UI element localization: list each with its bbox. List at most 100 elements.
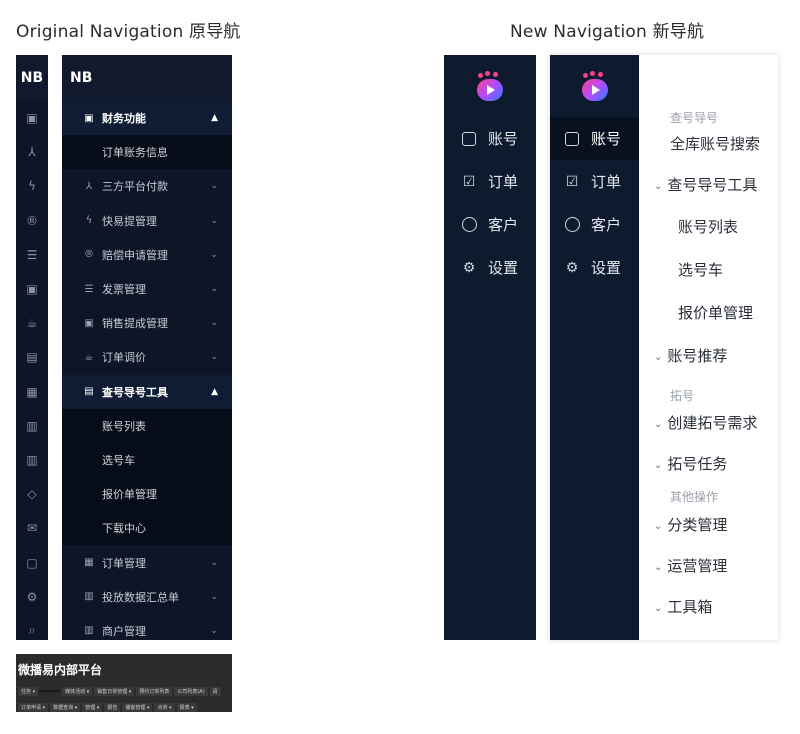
topbar-tab[interactable]: 播客管理 ▾ — [122, 702, 153, 712]
invoice-icon: ▣ — [84, 317, 94, 329]
mail-icon[interactable]: ✉ — [16, 511, 48, 545]
nav-label: 设置 — [488, 259, 519, 277]
nav-account[interactable]: 账号 — [444, 117, 536, 160]
menu-selection-cart[interactable]: 选号车 — [62, 442, 232, 478]
topbar-tab[interactable]: 数据查询 ▾ — [50, 702, 81, 712]
search-icon[interactable]: ⌕ — [16, 614, 48, 640]
logo[interactable] — [444, 55, 536, 117]
terminal-icon[interactable]: ▤ — [16, 340, 48, 374]
menu-download-center[interactable]: 下载中心 — [62, 511, 232, 546]
panel-item-create-demand[interactable]: ⌄ 创建拓号需求 — [654, 412, 757, 433]
panel-item-toolbox[interactable]: ⌄ 工具箱 — [654, 596, 712, 617]
logo[interactable]: NB — [62, 55, 232, 101]
menu-label: 商户管理 — [102, 624, 146, 638]
panel-item-search-all[interactable]: 全库账号搜索 — [670, 133, 760, 154]
bolt-icon[interactable]: ϟ — [16, 169, 48, 203]
menu-label: 订单管理 — [102, 556, 146, 570]
menu-sales-commission[interactable]: ▣ 销售提成管理 ⌄ — [62, 306, 232, 340]
gear-icon[interactable]: ⚙ — [16, 580, 48, 614]
primary-rail: 账号 ☑ 订单 客户 ⚙ 设置 — [550, 55, 639, 640]
topbar-tab[interactable]: 销售日常管理 ▾ — [94, 686, 135, 696]
menu-account-list[interactable]: 账号列表 — [62, 408, 232, 443]
chevron-down-icon: ⌄ — [210, 625, 218, 636]
topbar-tab[interactable]: 任务 ▾ — [18, 686, 39, 696]
nav-settings[interactable]: ⚙ 设置 — [550, 246, 639, 289]
chevron-down-icon: ⌄ — [210, 318, 218, 329]
panel-item-account-recommend[interactable]: ⌄ 账号推荐 — [654, 345, 727, 366]
menu-merchant[interactable]: ▥ 商户管理 ⌄ — [62, 614, 232, 640]
search-doc-icon[interactable]: ▢ — [16, 545, 48, 579]
account-icon — [460, 130, 478, 148]
topbar-tab[interactable]: 订单申请 ▾ — [18, 702, 49, 712]
invoice-icon[interactable]: ▣ — [16, 101, 48, 135]
topbar-tab[interactable]: 报告 — [104, 702, 121, 712]
bolt-icon: ϟ — [85, 215, 93, 227]
invoice-icon[interactable]: ▣ — [16, 272, 48, 306]
chevron-down-icon: ⌄ — [654, 460, 663, 471]
cup-icon[interactable]: ☕ — [16, 306, 48, 340]
original-topbar-thumbnail: 微播易内部平台 任务 ▾ 媒体活动 ▾ 销售日常管理 ▾ 预约订单列表 公司列表… — [16, 654, 232, 712]
topbar-tab[interactable]: 报表 ▾ — [176, 702, 197, 712]
nav-label: 账号 — [488, 130, 519, 148]
topbar-tab[interactable]: 媒体活动 ▾ — [62, 686, 93, 696]
chevron-up-icon: ▲ — [211, 386, 218, 397]
panel-subitem-account-list[interactable]: 账号列表 — [678, 216, 738, 237]
document-icon[interactable]: ▥ — [16, 409, 48, 443]
nav-customer[interactable]: 客户 — [444, 203, 536, 246]
terminal-icon: ▤ — [84, 386, 94, 398]
menu-account-tool[interactable]: ▤ 查号导号工具 ▲ — [62, 374, 232, 409]
panel-item-expansion-task[interactable]: ⌄ 拓号任务 — [654, 453, 727, 474]
chevron-down-icon: ⌄ — [210, 249, 218, 260]
menu-quote-management[interactable]: 报价单管理 — [62, 477, 232, 512]
receipt-icon[interactable]: ▦ — [16, 375, 48, 409]
chevron-down-icon: ⌄ — [210, 181, 218, 192]
logo[interactable] — [550, 55, 639, 117]
original-collapsed-sidebar: NB ▣ ⅄ ϟ ® ☰ ▣ ☕ ▤ ▦ ▥ ▥ ◇ ✉ ▢ ⚙ ⌕ — [16, 55, 48, 640]
topbar-tab[interactable] — [40, 690, 61, 692]
tag-icon[interactable]: ◇ — [16, 477, 48, 511]
nav-settings[interactable]: ⚙ 设置 — [444, 246, 536, 289]
customer-icon — [563, 216, 581, 234]
menu-third-party-payment[interactable]: ⅄ 三方平台付款 ⌄ — [62, 169, 232, 203]
nav-order[interactable]: ☑ 订单 — [550, 160, 639, 203]
panel-item-operations[interactable]: ⌄ 运营管理 — [654, 555, 727, 576]
menu-order-accounts[interactable]: 订单账务信息 — [62, 135, 232, 170]
topbar-tab[interactable]: 请 — [209, 686, 221, 696]
new-expanded-sidebar: 账号 ☑ 订单 客户 ⚙ 设置 查号导号 全库账号搜索 ⌄ 查号导号工具 账号列表… — [550, 55, 778, 640]
topbar-tab[interactable]: 预约订单列表 — [136, 686, 173, 696]
chevron-down-icon: ⌄ — [654, 603, 663, 614]
nav-customer[interactable]: 客户 — [550, 203, 639, 246]
panel-item-account-tool[interactable]: ⌄ 查号导号工具 — [654, 174, 757, 195]
list-icon[interactable]: ☰ — [16, 238, 48, 272]
topbar-tab[interactable]: 点资 ▾ — [154, 702, 175, 712]
menu-ad-data-summary[interactable]: ▥ 投放数据汇总单 ⌄ — [62, 580, 232, 614]
panel-subitem-quote-management[interactable]: 报价单管理 — [678, 302, 753, 323]
menu-kuaiyiti[interactable]: ϟ 快易提管理 ⌄ — [62, 204, 232, 238]
group-label-other: 其他操作 — [670, 490, 719, 504]
menu-order-management[interactable]: ▦ 订单管理 ⌄ — [62, 545, 232, 579]
menu-invoice[interactable]: ☰ 发票管理 ⌄ — [62, 272, 232, 306]
menu-order-price-adjust[interactable]: ☕ 订单调价 ⌄ — [62, 340, 232, 374]
logo[interactable]: NB — [16, 55, 48, 101]
panel-subitem-selection-cart[interactable]: 选号车 — [678, 259, 723, 280]
brand-logo-icon — [580, 71, 610, 101]
chevron-down-icon: ⌄ — [210, 557, 218, 568]
network-icon[interactable]: ⅄ — [16, 135, 48, 169]
menu-compensation[interactable]: ® 赔偿申请管理 ⌄ — [62, 238, 232, 272]
group-label-expansion: 拓号 — [670, 389, 695, 403]
registered-icon[interactable]: ® — [16, 204, 48, 238]
nav-account[interactable]: 账号 — [550, 117, 639, 160]
document-icon[interactable]: ▥ — [16, 443, 48, 477]
topbar-tab[interactable]: 公司列表(A) — [174, 686, 208, 696]
topbar-tab[interactable]: 管理 ▾ — [82, 702, 103, 712]
menu-label: 三方平台付款 — [102, 180, 168, 194]
menu-label: 赔偿申请管理 — [102, 248, 168, 262]
receipt-icon: ▦ — [84, 557, 94, 569]
panel-item-category[interactable]: ⌄ 分类管理 — [654, 514, 727, 535]
menu-finance[interactable]: ▣ 财务功能 ▲ — [62, 101, 232, 136]
order-icon: ☑ — [462, 173, 476, 190]
nav-order[interactable]: ☑ 订单 — [444, 160, 536, 203]
chevron-down-icon: ⌄ — [654, 181, 663, 192]
chevron-down-icon: ⌄ — [654, 419, 663, 430]
menu-label: 查号导号工具 — [102, 385, 168, 399]
